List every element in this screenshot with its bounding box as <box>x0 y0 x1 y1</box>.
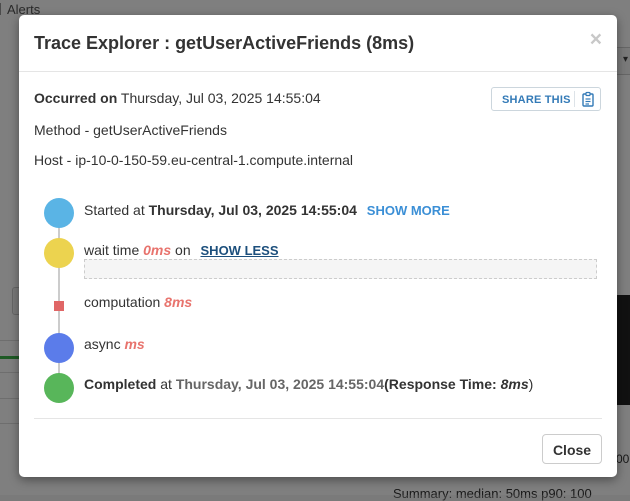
started-dot <box>44 198 74 228</box>
computation-value: 8ms <box>164 294 193 310</box>
modal-title: Trace Explorer : getUserActiveFriends (8… <box>34 33 415 53</box>
completed-at: at <box>160 376 172 392</box>
wait-suffix: on <box>175 242 191 258</box>
started-time: Thursday, Jul 03, 2025 14:55:04 <box>148 202 357 218</box>
started-prefix: Started at <box>84 202 145 218</box>
wait-value: 0ms <box>143 242 172 258</box>
host-line: Host - ip-10-0-150-59.eu-central-1.compu… <box>34 152 354 168</box>
wait-dot <box>44 238 74 268</box>
close-icon[interactable]: × <box>590 29 602 50</box>
show-more-link[interactable]: SHOW MORE <box>367 203 450 218</box>
completed-dot <box>44 373 74 403</box>
share-button[interactable]: SHARE THIS <box>491 87 601 111</box>
wait-prefix: wait time <box>84 242 140 258</box>
computation-row: computation 8ms <box>84 294 192 310</box>
completed-time: Thursday, Jul 03, 2025 14:55:04 <box>175 376 385 392</box>
async-label: async <box>84 336 121 352</box>
async-value: ms <box>124 336 145 352</box>
completed-row: Completed at Thursday, Jul 03, 2025 14:5… <box>84 376 533 392</box>
completed-label: Completed <box>84 376 157 392</box>
occurred-value: Thursday, Jul 03, 2025 14:55:04 <box>120 90 321 106</box>
modal-footer-divider <box>34 418 602 419</box>
wait-details-box <box>84 259 597 279</box>
computation-marker <box>54 301 64 311</box>
response-label: Response Time: <box>388 376 497 392</box>
modal-header: Trace Explorer : getUserActiveFriends (8… <box>19 15 617 72</box>
share-label: SHARE THIS <box>502 94 571 106</box>
occurred-label: Occurred on <box>34 90 118 106</box>
computation-label: computation <box>84 294 161 310</box>
started-row: Started at Thursday, Jul 03, 2025 14:55:… <box>84 202 450 218</box>
close-button[interactable]: Close <box>542 434 602 464</box>
method-line: Method - getUserActiveFriends <box>34 122 227 138</box>
show-less-link[interactable]: SHOW LESS <box>201 243 279 258</box>
wait-row: wait time 0ms on SHOW LESS <box>84 242 279 258</box>
async-row: async ms <box>84 336 145 352</box>
clipboard-icon <box>582 91 594 107</box>
async-dot <box>44 333 74 363</box>
response-value: 8ms <box>500 376 529 392</box>
response-close: ) <box>528 376 534 392</box>
occurred-line: Occurred on Thursday, Jul 03, 2025 14:55… <box>34 90 321 106</box>
share-divider <box>574 91 575 107</box>
